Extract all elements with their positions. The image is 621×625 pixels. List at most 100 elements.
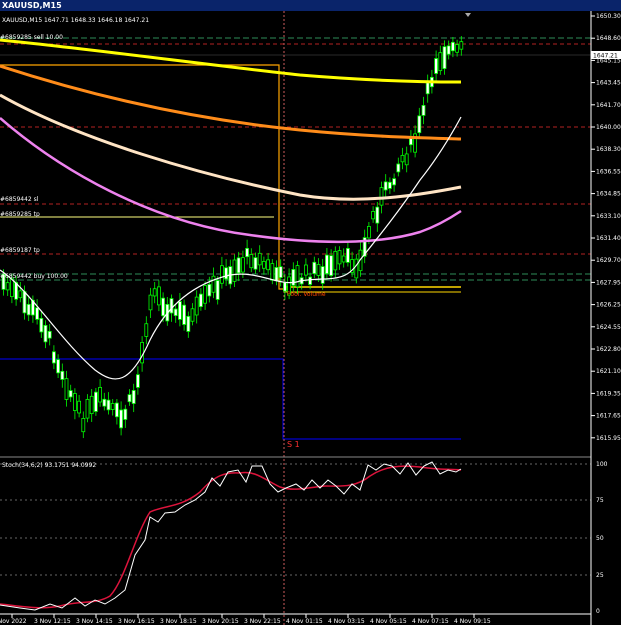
candle-body xyxy=(333,250,338,271)
order-label-buy[interactable]: #6859442 buy 100.00 xyxy=(0,273,68,280)
candle-body xyxy=(144,323,149,337)
stoch-tick-label: 100 xyxy=(596,461,608,468)
candle-body xyxy=(77,400,81,414)
candle-body xyxy=(383,181,388,191)
candle-body xyxy=(131,390,136,404)
candle-body xyxy=(106,399,111,411)
candle-body xyxy=(232,259,237,282)
ohlc-header: XAUUSD,M15 1647.71 1648.33 1646.18 1647.… xyxy=(2,17,149,24)
candle-body xyxy=(81,418,86,433)
candle-body xyxy=(442,46,447,69)
stoch-label: Stoch(34,6,2) 93.1751 94.0992 xyxy=(2,462,96,469)
price-tick-label: 1619.35 xyxy=(596,390,621,397)
candle-body xyxy=(177,301,182,320)
candle-body xyxy=(459,41,464,50)
candle-body xyxy=(135,374,140,388)
candle-body xyxy=(337,250,342,265)
candle-body xyxy=(203,285,208,304)
candle-body xyxy=(450,41,455,52)
candle-body xyxy=(329,255,334,276)
candle-body xyxy=(253,257,258,270)
time-tick-label: 3 Nov 20:15 xyxy=(202,618,239,625)
price-tick-label: 1631.40 xyxy=(596,235,621,242)
candle-body xyxy=(274,267,279,282)
candle-body xyxy=(123,408,128,420)
stoch-tick-label: 25 xyxy=(596,572,604,579)
candle-body xyxy=(182,304,187,325)
candle-body xyxy=(425,82,430,95)
candle-body xyxy=(446,45,451,55)
price-tick-label: 1636.55 xyxy=(596,168,621,175)
candle-body xyxy=(278,266,283,278)
time-tick-label: 3 Nov 14:15 xyxy=(76,618,113,625)
chart-canvas[interactable]: XAUUSD,M15 1647.71 1648.33 1646.18 1647.… xyxy=(0,0,621,625)
candle-body xyxy=(194,296,199,316)
candle-body xyxy=(324,254,329,275)
order-label-sell[interactable]: #6859285 sell 10.00 xyxy=(0,34,63,41)
price-tick-label: 1641.70 xyxy=(596,102,621,109)
candle-body xyxy=(261,261,266,269)
candle-body xyxy=(236,257,241,274)
candle-body xyxy=(110,403,115,410)
candle-body xyxy=(434,58,439,74)
price-tick-label: 1643.45 xyxy=(596,80,621,87)
candle-body xyxy=(341,255,346,263)
price-tick-label: 1626.25 xyxy=(596,302,621,309)
time-tick-label: 3 Nov 18:15 xyxy=(160,618,197,625)
window-title[interactable]: XAUUSD,M15 xyxy=(0,0,621,11)
candle-body xyxy=(379,187,384,206)
candle-body xyxy=(35,307,39,320)
candle-body xyxy=(421,105,426,116)
price-tick-label: 1629.70 xyxy=(596,257,621,264)
candle-body xyxy=(68,390,73,398)
price-axis[interactable]: 1650.301648.601645.151643.451641.701640.… xyxy=(590,11,621,625)
candle-body xyxy=(47,330,52,339)
order-label-tp[interactable]: #6859285 tp xyxy=(0,211,40,218)
stoch-panel[interactable]: Stoch(34,6,2) 93.1751 94.0992 xyxy=(0,461,591,611)
order-label-sl[interactable]: #6859442 sl xyxy=(0,196,39,203)
candle-body xyxy=(190,308,195,322)
time-tick-label: 4 Nov 01:15 xyxy=(286,618,323,625)
stoch-tick-label: 0 xyxy=(596,608,600,615)
price-tick-label: 1624.55 xyxy=(596,324,621,331)
candle-body xyxy=(22,291,27,314)
price-tick-label: 1627.95 xyxy=(596,279,621,286)
candle-body xyxy=(396,163,401,173)
time-tick-label: 4 Nov 07:15 xyxy=(412,618,449,625)
candle-body xyxy=(354,258,359,279)
candle-body xyxy=(152,288,157,297)
candle-body xyxy=(56,359,60,374)
candle-body xyxy=(215,280,220,300)
candle-body xyxy=(282,281,287,292)
candle-body xyxy=(98,386,102,403)
price-panel[interactable]: XAUUSD,M15 1647.71 1648.33 1646.18 1647.… xyxy=(0,11,591,625)
price-tick-label: 1634.85 xyxy=(596,191,621,198)
candle-body xyxy=(257,252,262,266)
price-tick-label: 1633.10 xyxy=(596,213,621,220)
candle-body xyxy=(115,402,119,418)
stoch-tick-label: 75 xyxy=(596,497,604,504)
candle-body xyxy=(320,266,325,284)
candle-body xyxy=(375,206,380,224)
candle-body xyxy=(366,226,371,239)
candle-body xyxy=(39,318,44,333)
candle-body xyxy=(102,398,107,407)
order-label-tp-2[interactable]: #6859187 tp xyxy=(0,247,40,254)
candle-body xyxy=(211,275,216,293)
candle-body xyxy=(438,52,443,72)
candle-body xyxy=(64,378,69,400)
candle-body xyxy=(266,259,271,271)
time-tick-label: 2 Nov 2022 xyxy=(0,618,27,625)
candle-body xyxy=(207,284,212,297)
candle-body xyxy=(119,409,123,429)
candle-body xyxy=(392,178,397,186)
price-tick-label: 1638.30 xyxy=(596,146,621,153)
candle-body xyxy=(295,265,300,288)
candle-body xyxy=(404,153,409,166)
candle-body xyxy=(85,399,90,419)
candle-body xyxy=(270,263,275,281)
time-axis[interactable]: 2 Nov 2022 3 Nov 12:15 3 Nov 14:15 3 Nov 16… xyxy=(0,613,591,625)
candle-body xyxy=(161,297,166,317)
price-tick-label: 1615.95 xyxy=(596,435,621,442)
candle-body xyxy=(52,351,56,364)
